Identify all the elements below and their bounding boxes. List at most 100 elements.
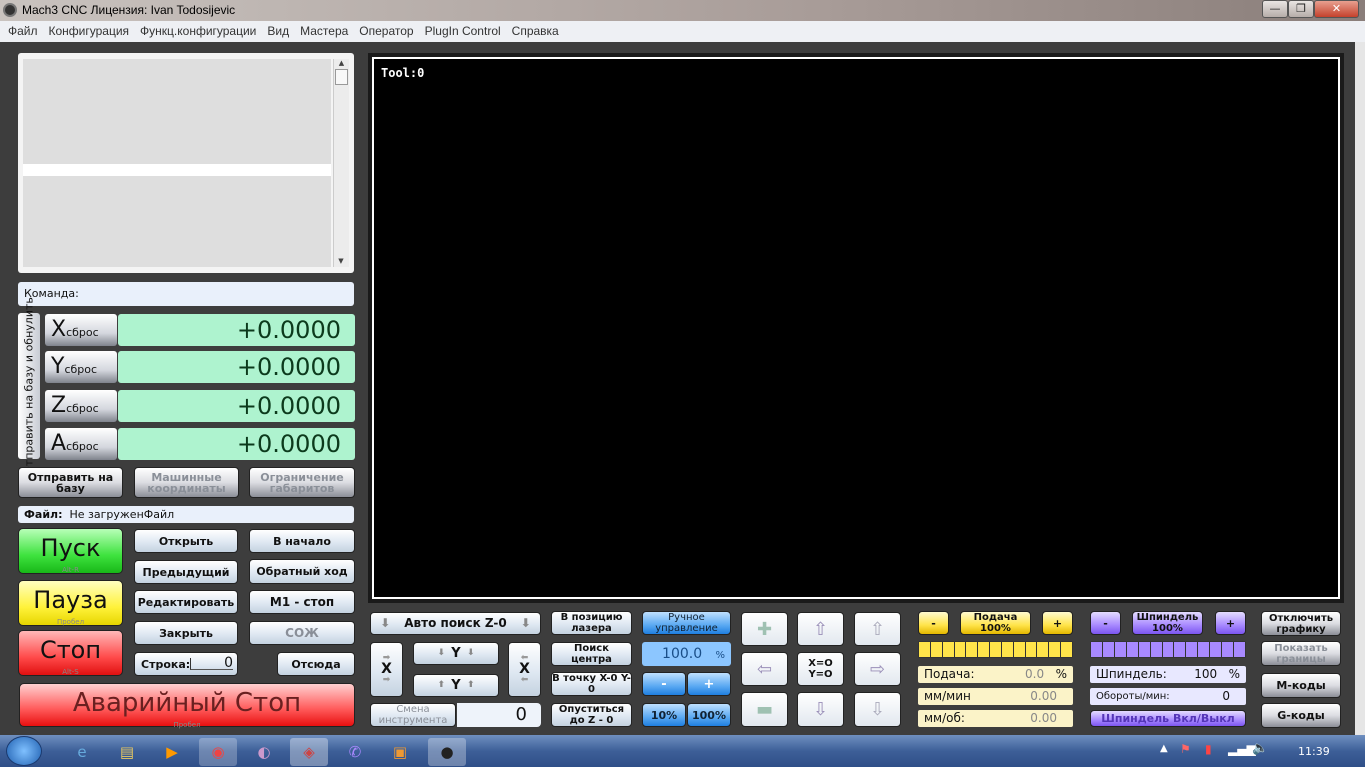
action-center-icon[interactable]: ⚑ <box>1180 742 1191 756</box>
tool-number-field[interactable]: 0 <box>457 703 541 727</box>
y-minus-probe-button[interactable]: ⬇ Y ⬇ <box>413 642 499 665</box>
minimize-button[interactable]: — <box>1262 0 1288 18</box>
prev-button[interactable]: Предыдущий <box>134 560 238 584</box>
feed-plus-button[interactable]: + <box>1042 611 1073 635</box>
start-button[interactable] <box>6 736 42 766</box>
emergency-stop-button[interactable]: Аварийный Стоп Пробел <box>19 683 355 729</box>
auto-z-button[interactable]: ⬇ Авто поиск Z-0 ⬇ <box>370 612 541 635</box>
zero-xy-button[interactable]: X=O Y=O <box>797 652 844 686</box>
line-field[interactable]: Строка: 0 <box>134 652 238 676</box>
menu-wizards[interactable]: Мастера <box>300 24 348 38</box>
menu-plugin[interactable]: PlugIn Control <box>425 24 501 38</box>
laser-position-button[interactable]: В позицию лазера <box>551 611 632 635</box>
feed-minus-button[interactable]: - <box>918 611 949 635</box>
edit-button[interactable]: Редактировать <box>134 590 238 614</box>
z-plus-jog-icon[interactable]: ⇧ <box>854 612 901 646</box>
override-segment <box>1126 642 1138 657</box>
clock[interactable]: 11:39 <box>1298 745 1330 758</box>
jog-rate-minus-button[interactable]: - <box>642 672 686 696</box>
jog-rate-field[interactable]: 100.0 % <box>642 642 731 666</box>
viber-icon[interactable]: ✆ <box>336 738 374 766</box>
x-plus-jog-icon[interactable]: ⇨ <box>854 652 901 686</box>
show-limits-button[interactable]: Показать границы <box>1261 641 1341 666</box>
a-plus-jog-icon[interactable]: ✚ <box>741 612 788 646</box>
tool-change-button[interactable]: Смена инструмента <box>370 703 456 727</box>
menu-bar: Файл Конфигурация Функц.конфигурации Вид Мас… <box>0 21 1365 42</box>
explorer-icon[interactable]: ▤ <box>108 738 146 766</box>
override-segment <box>1162 642 1174 657</box>
close-button[interactable]: ✕ <box>1314 0 1359 18</box>
a-dro[interactable]: +0.0000 <box>118 428 355 460</box>
reverse-button[interactable]: Обратный ход <box>249 559 355 584</box>
feed-hold-button[interactable]: Пауза Пробел <box>18 580 123 626</box>
find-center-button[interactable]: Поиск центра <box>551 642 632 666</box>
run-from-here-button[interactable]: Отсюда <box>277 652 355 676</box>
y-dro[interactable]: +0.0000 <box>118 351 355 383</box>
mcodes-button[interactable]: M-коды <box>1261 673 1341 698</box>
menu-operator[interactable]: Оператор <box>359 24 413 38</box>
x-minus-jog-icon[interactable]: ⇦ <box>741 652 788 686</box>
spindle-toggle-button[interactable]: Шпиндель Вкл/Выкл <box>1090 710 1246 727</box>
override-segment <box>1001 642 1013 657</box>
x-dro[interactable]: +0.0000 <box>118 314 355 346</box>
m1-stop-button[interactable]: M1 - стоп <box>249 590 355 614</box>
spindle-reset-button[interactable]: Шпиндель 100% <box>1132 611 1203 635</box>
a-minus-jog-icon[interactable]: ▬ <box>741 692 788 727</box>
rewind-button[interactable]: В начало <box>249 529 355 553</box>
a-reset-button[interactable]: Aсброс <box>45 428 117 460</box>
line-input[interactable]: 0 <box>190 656 233 670</box>
jog-100-button[interactable]: 100% <box>687 703 731 727</box>
maximize-button[interactable]: ❐ <box>1288 0 1314 18</box>
package-icon[interactable]: ▣ <box>381 738 419 766</box>
gcode-list[interactable]: ▲ ▼ <box>18 53 354 273</box>
y-plus-probe-button[interactable]: ⬆ Y ⬆ <box>413 674 499 697</box>
x-plus-probe-button[interactable]: ⬅ X ⬅ <box>508 642 541 697</box>
x-reset-button[interactable]: Xсброс <box>45 314 117 346</box>
y-minus-jog-icon[interactable]: ⇩ <box>797 692 844 727</box>
volume-icon[interactable]: 🔈 <box>1252 741 1268 756</box>
menu-file[interactable]: Файл <box>8 24 38 38</box>
open-button[interactable]: Открыть <box>134 529 238 553</box>
y-plus-jog-icon[interactable]: ⇧ <box>797 612 844 646</box>
z-dro[interactable]: +0.0000 <box>118 390 355 422</box>
mach3-icon[interactable]: ◈ <box>290 738 328 766</box>
gcodes-button[interactable]: G-коды <box>1261 703 1341 728</box>
scrollbar[interactable]: ▲ ▼ <box>333 59 349 267</box>
spindle-minus-button[interactable]: - <box>1090 611 1121 635</box>
x-minus-probe-button[interactable]: ➡ X ➡ <box>370 642 403 697</box>
override-segment <box>1037 642 1049 657</box>
toolpath-display[interactable]: Tool:0 <box>368 53 1344 603</box>
override-segment <box>1222 642 1234 657</box>
camera-icon[interactable]: ● <box>428 738 466 766</box>
command-input[interactable]: Команда: <box>18 282 354 306</box>
app-icon[interactable]: ◐ <box>245 738 283 766</box>
jog-10-button[interactable]: 10% <box>642 703 686 727</box>
z-minus-jog-icon[interactable]: ⇩ <box>854 692 901 727</box>
home-button[interactable]: Отправить на базу <box>18 467 123 498</box>
chrome-icon[interactable]: ◉ <box>199 738 237 766</box>
disable-graphics-button[interactable]: Отключить графику <box>1261 611 1341 636</box>
lower-z-button[interactable]: Опуститься до Z - 0 <box>551 703 632 727</box>
jog-rate-plus-button[interactable]: + <box>687 672 731 696</box>
coolant-button[interactable]: СОЖ <box>249 621 355 645</box>
battery-icon[interactable]: ▮ <box>1205 742 1212 756</box>
menu-view[interactable]: Вид <box>267 24 289 38</box>
ie-icon[interactable]: e <box>63 738 101 766</box>
goto-zero-button[interactable]: В точку X-0 Y-0 <box>551 672 632 696</box>
show-hidden-icons[interactable]: ▲ <box>1160 743 1168 754</box>
y-reset-button[interactable]: Yсброс <box>45 351 117 383</box>
cycle-start-button[interactable]: Пуск Alt-R <box>18 528 123 574</box>
stop-button[interactable]: Стоп Alt-S <box>18 630 123 676</box>
media-icon[interactable]: ▶ <box>153 738 191 766</box>
soft-limits-button[interactable]: Ограничение габаритов <box>249 467 355 498</box>
feed-reset-button[interactable]: Подача 100% <box>960 611 1031 635</box>
z-reset-button[interactable]: Zсброс <box>45 390 117 422</box>
machine-coords-button[interactable]: Машинные координаты <box>134 467 239 498</box>
menu-help[interactable]: Справка <box>512 24 559 38</box>
close-file-button[interactable]: Закрыть <box>134 621 238 645</box>
menu-func-config[interactable]: Функц.конфигурации <box>140 24 256 38</box>
manual-jog-button[interactable]: Ручное управление <box>642 611 731 635</box>
spindle-plus-button[interactable]: + <box>1215 611 1246 635</box>
menu-config[interactable]: Конфигурация <box>49 24 130 38</box>
ref-all-button[interactable]: Отправить на базу и обнулить <box>18 297 40 475</box>
